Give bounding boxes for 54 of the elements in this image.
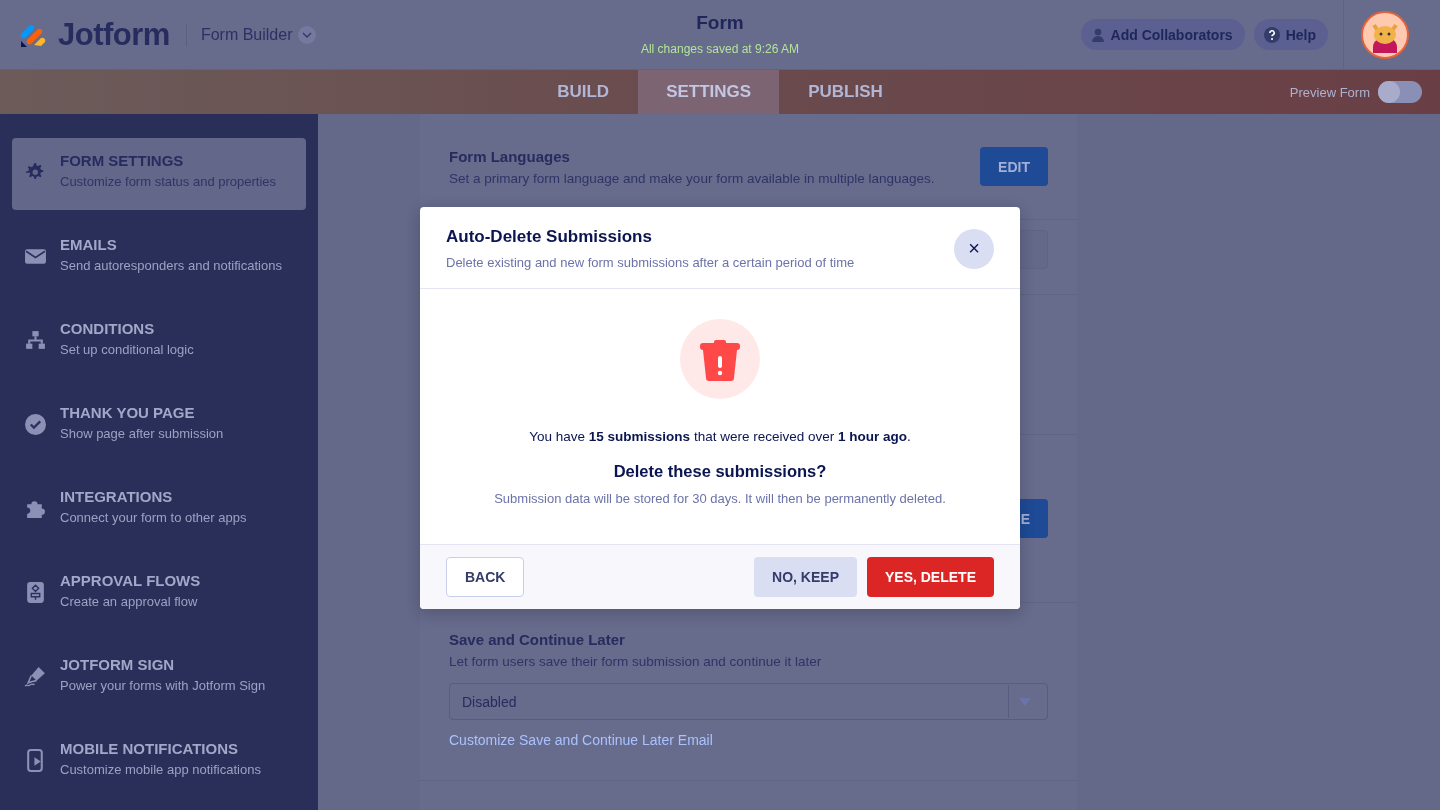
tab[interactable]: BUILD: [528, 70, 639, 114]
sidebar-item-subtitle: Power your forms with Jotform Sign: [60, 677, 266, 695]
preview-form-label: Preview Form: [1289, 84, 1370, 100]
form-title: Form: [696, 12, 744, 34]
sidebar-item-title: MOBILE NOTIFICATIONS: [60, 740, 240, 757]
section-title: Form Languages: [449, 147, 571, 165]
sidebar-item[interactable]: JOTFORM SIGN Power your forms with Jotform Sign: [12, 642, 306, 714]
sidebar-item-title: EMAILS: [60, 236, 118, 253]
sidebar-item[interactable]: APPROVAL FLOWS Create an approval flow: [12, 558, 306, 630]
preview-toggle[interactable]: [1378, 81, 1422, 103]
save-status: All changes saved at 9:26 AM: [640, 42, 800, 56]
sidebar-item-subtitle: Connect your form to other apps: [60, 509, 247, 527]
dialog-subtitle: Delete existing and new form submissions after a certain period of time: [446, 255, 856, 270]
sidebar-item-title: JOTFORM SIGN: [60, 656, 176, 673]
flow-icon: [24, 581, 47, 604]
sidebar-item[interactable]: INTEGRATIONS Connect your form to other apps: [12, 474, 306, 546]
confirm-question: Delete these submissions?: [613, 462, 827, 481]
chevron-down-icon: [302, 31, 313, 38]
tree-icon: [24, 329, 47, 352]
help-icon: [1263, 26, 1280, 43]
delete-button[interactable]: YES, DELETE: [866, 557, 994, 597]
customize-email-link[interactable]: Customize Save and Continue Later Email: [449, 732, 713, 748]
sidebar-item[interactable]: THANK YOU PAGE Show page after submission: [12, 390, 306, 462]
person-icon: [1090, 27, 1105, 42]
storage-note: Submission data will be stored for 30 days. It will then be permanently deleted.: [494, 491, 946, 506]
sidebar-item-subtitle: Customize mobile app notifications: [60, 761, 261, 779]
tab[interactable]: SETTINGS: [638, 70, 780, 114]
dialog-title: Auto-Delete Submissions: [446, 227, 653, 247]
sidebar-item-subtitle: Create an approval flow: [60, 593, 199, 611]
sidebar-item-title: INTEGRATIONS: [60, 488, 174, 505]
check-icon: [24, 413, 47, 436]
logo: Jotform: [58, 16, 170, 53]
tab[interactable]: PUBLISH: [779, 70, 912, 114]
sidebar-item[interactable]: CONDITIONS Set up conditional logic: [12, 306, 306, 378]
action-button[interactable]: EDIT: [980, 147, 1048, 186]
caret-icon: [1019, 697, 1031, 706]
sidebar-item-subtitle: Show page after submission: [60, 425, 224, 443]
sidebar-item-title: THANK YOU PAGE: [60, 404, 196, 421]
sidebar-item-title: APPROVAL FLOWS: [60, 572, 201, 589]
section-title: Save and Continue Later: [449, 631, 626, 648]
sidebar-item-subtitle: Send autoresponders and notifications: [60, 257, 282, 275]
keep-button[interactable]: NO, KEEP: [754, 557, 857, 597]
avatar-icon[interactable]: [1361, 10, 1409, 59]
sidebar-item-title: CONDITIONS: [60, 320, 156, 337]
submissions-message: You have 15 submissions that were received over 1 hour ago.: [529, 429, 911, 444]
section-description: Set a primary form language and make your form available in multiple languages.: [449, 170, 935, 186]
close-button[interactable]: ×: [954, 228, 994, 269]
back-button[interactable]: BACK: [446, 557, 525, 597]
status-dropdown[interactable]: Disabled: [449, 683, 1048, 720]
sidebar-item-title: FORM SETTINGS: [60, 152, 185, 169]
sidebar-item-subtitle: Set up conditional logic: [60, 341, 194, 359]
sidebar-item[interactable]: MOBILE NOTIFICATIONS Customize mobile app notifications: [12, 726, 306, 798]
pen-icon: [24, 665, 47, 688]
sidebar-item[interactable]: EMAILS Send autoresponders and notifications: [12, 222, 306, 294]
